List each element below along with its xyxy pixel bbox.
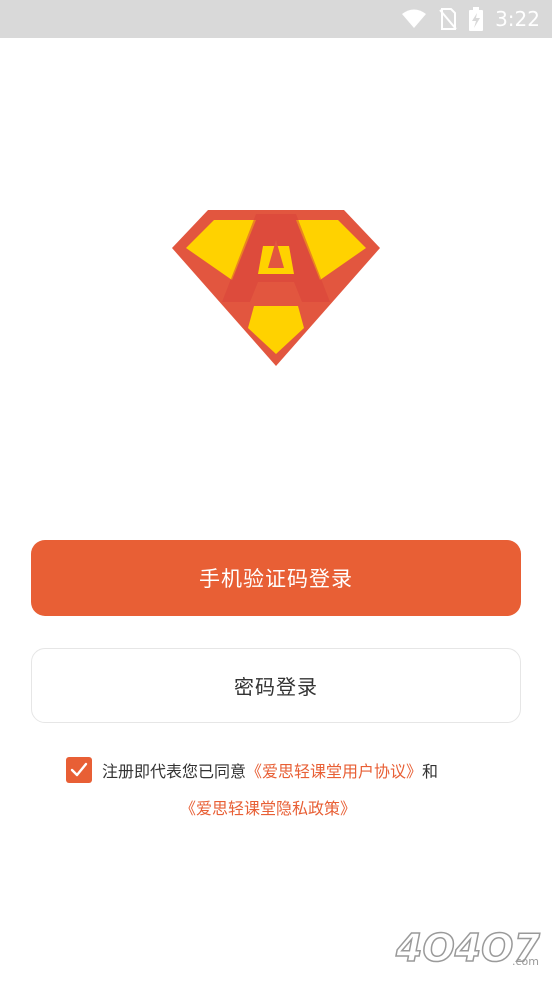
status-bar: 3:22 bbox=[0, 0, 552, 38]
user-agreement-link[interactable]: 《爱思轻课堂用户协议》 bbox=[246, 762, 422, 781]
password-login-button[interactable]: 密码登录 bbox=[31, 648, 521, 723]
battery-charging-icon bbox=[469, 7, 484, 31]
status-time: 3:22 bbox=[495, 7, 540, 31]
wifi-icon bbox=[402, 9, 427, 28]
watermark-logo: 4O4O7 .com bbox=[394, 925, 541, 971]
agreement-prefix: 注册即代表您已同意 bbox=[102, 762, 247, 781]
privacy-policy-link[interactable]: 《爱思轻课堂隐私政策》 bbox=[180, 799, 356, 818]
watermark-suffix: .com bbox=[512, 955, 539, 968]
sms-code-login-button[interactable]: 手机验证码登录 bbox=[31, 540, 521, 616]
agreement-line-2: 《爱思轻课堂隐私政策》 bbox=[180, 795, 356, 819]
status-icons: 3:22 bbox=[401, 0, 540, 38]
agreement-checkbox[interactable] bbox=[66, 757, 92, 783]
no-sim-icon bbox=[439, 8, 457, 30]
agreement-row: 注册即代表您已同意《爱思轻课堂用户协议》和 bbox=[66, 757, 516, 783]
sms-code-login-label: 手机验证码登录 bbox=[199, 567, 353, 591]
login-screen: 3:22 手机验证码登录 密码登录 注册即代表您已同意《爱思轻课堂用户协议》和 bbox=[0, 0, 552, 981]
agreement-connector: 和 bbox=[422, 762, 439, 781]
superhero-diamond-logo bbox=[172, 210, 380, 366]
agreement-text: 注册即代表您已同意《爱思轻课堂用户协议》和 bbox=[102, 758, 438, 782]
checkmark-icon bbox=[70, 762, 88, 777]
password-login-label: 密码登录 bbox=[234, 675, 318, 699]
